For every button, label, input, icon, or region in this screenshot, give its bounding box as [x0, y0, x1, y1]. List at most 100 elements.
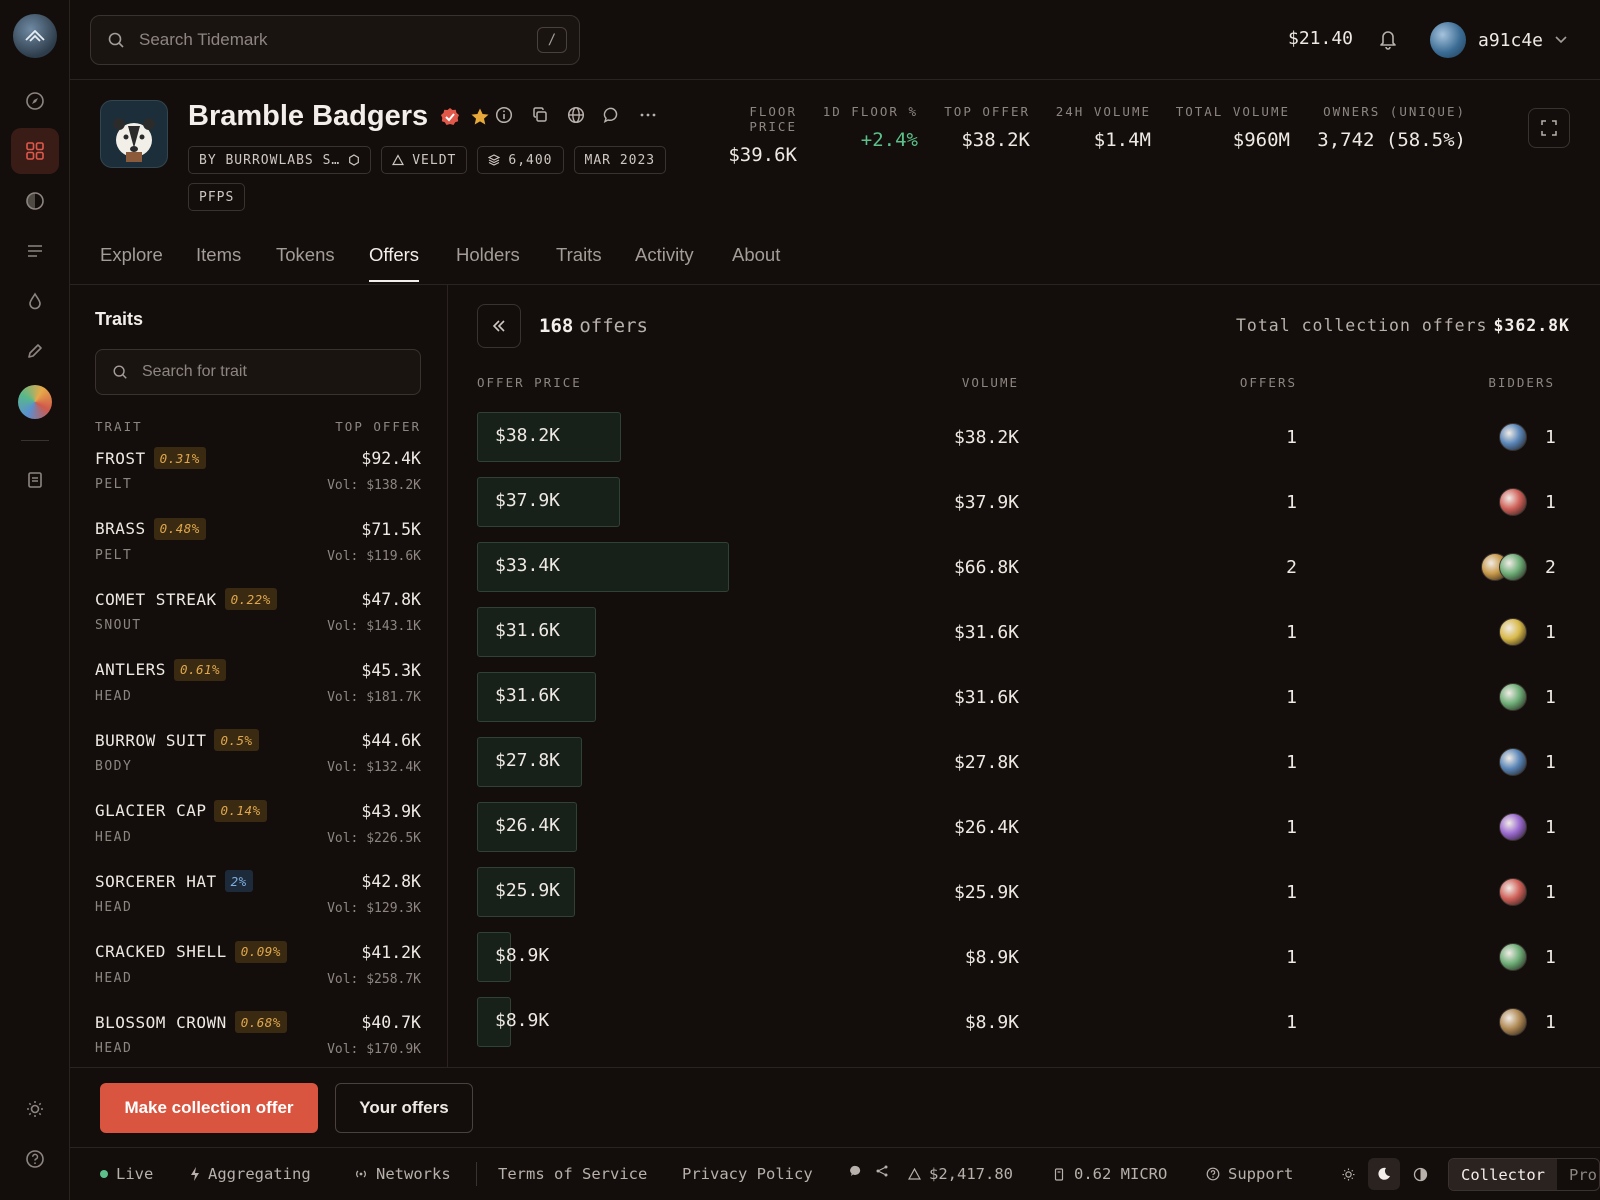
tab-activity[interactable]: Activity [635, 244, 694, 280]
rail-half-circle-button[interactable] [11, 178, 59, 224]
offer-row[interactable]: $26.4K $26.4K 1 1 [477, 802, 1557, 867]
trait-top-offer: $40.7K [361, 1013, 421, 1032]
trait-row[interactable]: FROST 0.31% PELT $92.4K Vol: $138.2K [95, 447, 421, 518]
offer-bidders[interactable]: 2 [1481, 553, 1556, 581]
app-logo[interactable] [13, 14, 57, 58]
gas-micro[interactable]: 0.62 MICRO [1054, 1165, 1167, 1183]
offer-bidders[interactable]: 1 [1499, 943, 1556, 971]
trait-row[interactable]: BLOSSOM CROWN 0.68% HEAD $40.7K Vol: $170.9K [95, 1011, 421, 1067]
token-price[interactable]: $2,417.80 [908, 1165, 1013, 1183]
globe-icon[interactable] [567, 106, 585, 124]
mode-collector[interactable]: Collector [1449, 1159, 1557, 1190]
bidder-avatar [1499, 488, 1527, 516]
aggregating-status[interactable]: Aggregating [190, 1165, 311, 1183]
offer-bidders[interactable]: 1 [1499, 618, 1556, 646]
rail-settings-button[interactable] [11, 1086, 59, 1132]
rail-pencil-button[interactable] [11, 328, 59, 374]
wallet-balance[interactable]: $21.40 [1288, 28, 1353, 49]
bidder-avatar [1499, 553, 1527, 581]
offer-bidders[interactable]: 1 [1499, 878, 1556, 906]
offer-row[interactable]: $33.4K $66.8K 2 2 [477, 542, 1557, 607]
bidder-avatar [1499, 748, 1527, 776]
top-bar: Search Tidemark / $21.40 a91c4e [70, 0, 1600, 80]
trait-row[interactable]: ANTLERS 0.61% HEAD $45.3K Vol: $181.7K [95, 658, 421, 730]
rail-explore-button[interactable] [11, 78, 59, 124]
contrast-theme-button[interactable] [1404, 1158, 1436, 1190]
offer-row[interactable]: $27.8K $27.8K 1 1 [477, 737, 1557, 802]
rail-document-button[interactable] [11, 457, 59, 503]
offer-bidders[interactable]: 1 [1499, 748, 1556, 776]
offer-row[interactable]: $38.2K $38.2K 1 1 [477, 412, 1557, 477]
live-status[interactable]: Live [100, 1165, 153, 1183]
trait-name: FROST 0.31% [95, 447, 206, 469]
terms-link[interactable]: Terms of Service [498, 1165, 647, 1183]
trait-row[interactable]: GLACIER CAP 0.14% HEAD $43.9K Vol: $226.5K [95, 799, 421, 871]
your-offers-button[interactable]: Your offers [335, 1083, 473, 1133]
trait-name: SORCERER HAT 2% [95, 870, 253, 892]
tab-holders[interactable]: Holders [456, 244, 520, 280]
offer-count-cell: 1 [1286, 427, 1297, 448]
share-status-button[interactable] [876, 1165, 888, 1177]
trait-row[interactable]: SORCERER HAT 2% HEAD $42.8K Vol: $129.3K [95, 870, 421, 941]
offer-bidders[interactable]: 1 [1499, 813, 1556, 841]
offer-row[interactable]: $31.6K $31.6K 1 1 [477, 607, 1557, 672]
offer-count-cell: 1 [1286, 752, 1297, 773]
rail-help-button[interactable] [11, 1136, 59, 1182]
chat-status-button[interactable] [850, 1165, 862, 1177]
trait-top-offer: $44.6K [361, 731, 421, 750]
offer-bidders[interactable]: 1 [1499, 423, 1556, 451]
offer-bidders[interactable]: 1 [1499, 1008, 1556, 1036]
trait-row[interactable]: CRACKED SHELL 0.09% HEAD $41.2K Vol: $258.7K [95, 940, 421, 1012]
rail-collections-button[interactable] [11, 128, 59, 174]
offer-row[interactable]: $31.6K $31.6K 1 1 [477, 672, 1557, 737]
hexagon-icon [349, 154, 360, 166]
offer-bidders[interactable]: 1 [1499, 488, 1556, 516]
trait-category: HEAD [95, 970, 133, 986]
info-icon[interactable] [495, 106, 513, 124]
trait-row[interactable]: BRASS 0.48% PELT $71.5K Vol: $119.6K [95, 517, 421, 589]
tab-offers[interactable]: Offers [369, 244, 420, 282]
mode-pro[interactable]: Pro [1557, 1159, 1599, 1190]
tab-items[interactable]: Items [196, 244, 241, 280]
trait-row[interactable]: COMET STREAK 0.22% SNOUT $47.8K Vol: $143.1K [95, 588, 421, 659]
offer-count-cell: 1 [1286, 622, 1297, 643]
trait-category: HEAD [95, 900, 133, 915]
user-menu[interactable]: a91c4e [1430, 22, 1567, 58]
tab-about[interactable]: About [732, 244, 780, 280]
networks-status[interactable]: Networks [354, 1165, 451, 1183]
tab-traits[interactable]: Traits [556, 244, 602, 280]
trait-search-input[interactable]: Search for trait [95, 349, 421, 395]
tab-explore[interactable]: Explore [100, 244, 163, 280]
copy-icon[interactable] [531, 106, 549, 124]
dark-theme-button[interactable] [1368, 1158, 1400, 1190]
expand-button[interactable] [1528, 108, 1570, 148]
category-chip[interactable]: PFPS [188, 183, 246, 211]
offer-row[interactable]: $8.9K $8.9K 1 1 [477, 997, 1557, 1062]
global-search[interactable]: Search Tidemark / [90, 15, 580, 65]
creator-chip[interactable]: BY BURROWLABS S… [188, 146, 372, 174]
signal-icon [356, 1170, 366, 1178]
supply-chip: 6,400 [477, 146, 564, 174]
notifications-button[interactable] [1378, 28, 1398, 55]
offer-row[interactable]: $37.9K $37.9K 1 1 [477, 477, 1557, 542]
privacy-link[interactable]: Privacy Policy [682, 1165, 813, 1183]
rail-drop-button[interactable] [11, 278, 59, 324]
trait-row[interactable]: BURROW SUIT 0.5% BODY $44.6K Vol: $132.4K [95, 729, 421, 800]
offer-bidders[interactable]: 1 [1499, 683, 1556, 711]
rail-avatar[interactable] [18, 385, 52, 419]
chain-chip[interactable]: VELDT [381, 146, 468, 174]
stat-24h-volume: 24H VOLUME $1.4M [1055, 104, 1151, 151]
offer-row[interactable]: $8.9K $8.9K 1 1 [477, 932, 1557, 997]
tab-tokens[interactable]: Tokens [276, 244, 335, 280]
more-icon[interactable] [639, 106, 657, 124]
trait-top-offer: $45.3K [361, 660, 421, 680]
rail-list-button[interactable] [11, 228, 59, 274]
collapse-traits-button[interactable] [477, 304, 521, 348]
trait-volume: Vol: $226.5K [327, 830, 421, 846]
light-theme-button[interactable] [1332, 1158, 1364, 1190]
bidder-avatars [1499, 748, 1527, 776]
support-link[interactable]: Support [1206, 1165, 1293, 1183]
offer-row[interactable]: $25.9K $25.9K 1 1 [477, 867, 1557, 932]
make-collection-offer-button[interactable]: Make collection offer [100, 1083, 318, 1133]
chat-icon[interactable] [603, 106, 621, 124]
